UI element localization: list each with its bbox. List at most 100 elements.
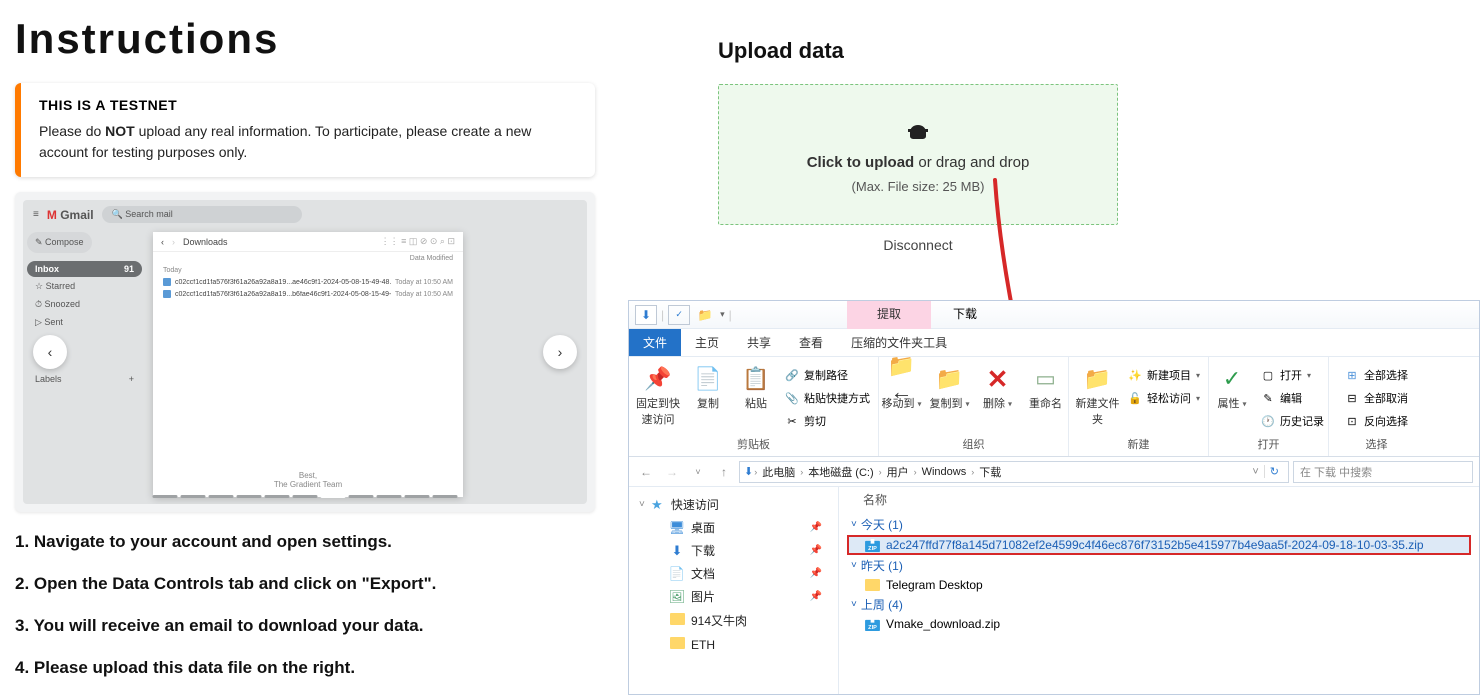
copy-button[interactable]: 📄 复制	[687, 361, 729, 411]
nav-fwd[interactable]: →	[661, 461, 683, 483]
pictures-item[interactable]: 🖼图片📌	[629, 585, 838, 608]
upload-main-text: Click to upload or drag and drop	[739, 154, 1097, 171]
qb-overflow-icon[interactable]: ▾	[720, 309, 725, 320]
selected-zip-file[interactable]: ZIP a2c247ffd77f8a145d71082ef2e4599c4f46…	[847, 535, 1471, 555]
select-all-icon: ⊞	[1345, 368, 1359, 382]
crumb-pc[interactable]: 此电脑	[758, 464, 799, 480]
file-list: 名称 ˅今天 (1) ZIP a2c247ffd77f8a145d71082ef…	[839, 487, 1479, 694]
paste-shortcut-button[interactable]: 📎粘贴快捷方式	[783, 388, 872, 408]
copy-to-button[interactable]: 📁 复制到 ▾	[929, 361, 971, 411]
paste-button[interactable]: 📋 粘贴	[735, 361, 777, 411]
search-box[interactable]: 在 下载 中搜索	[1293, 461, 1473, 483]
carousel-prev-button[interactable]: ‹	[33, 335, 67, 369]
warning-pre: Please do	[39, 123, 105, 139]
open-icon: ▢	[1261, 368, 1275, 382]
new-item-icon: ✨	[1128, 368, 1142, 382]
easy-access-button[interactable]: 🔓轻松访问 ▾	[1126, 388, 1202, 408]
zip-icon: ZIP	[865, 539, 880, 552]
file-tab[interactable]: 文件	[629, 329, 681, 356]
nav-back[interactable]: ←	[635, 461, 657, 483]
file-vmake[interactable]: ZIP Vmake_download.zip	[847, 615, 1471, 633]
move-icon: 📁←	[888, 365, 916, 393]
gmail-search: 🔍 Search mail	[102, 206, 302, 223]
delete-icon: ✕	[984, 365, 1012, 393]
history-button[interactable]: 🕐历史记录	[1259, 411, 1326, 431]
section-lastweek[interactable]: ˅上周 (4)	[847, 594, 1471, 615]
folder-914[interactable]: 914又牛肉	[629, 608, 838, 632]
database-icon	[739, 125, 1097, 154]
section-yesterday[interactable]: ˅昨天 (1)	[847, 555, 1471, 576]
name-column[interactable]: 名称	[847, 489, 1471, 514]
downloads-tab[interactable]: 下载	[931, 301, 999, 329]
instruction-steps: 1. Navigate to your account and open set…	[15, 532, 595, 678]
download-icon: ⬇	[669, 543, 685, 559]
dropdown-icon[interactable]: ˅	[1247, 466, 1263, 478]
cut-button[interactable]: ✂剪切	[783, 411, 872, 431]
select-all-button[interactable]: ⊞全部选择	[1343, 365, 1410, 385]
compressed-tools-tab[interactable]: 压缩的文件夹工具	[837, 329, 961, 356]
new-folder-button[interactable]: 📁 新建文件夹	[1075, 361, 1120, 427]
step-2: 2. Open the Data Controls tab and click …	[15, 574, 595, 594]
section-today[interactable]: ˅今天 (1)	[847, 514, 1471, 535]
select-none-button[interactable]: ⊟全部取消	[1343, 388, 1410, 408]
file-date: Today at 10:50 AM	[395, 291, 453, 298]
folder-telegram[interactable]: Telegram Desktop	[847, 576, 1471, 594]
select-none-icon: ⊟	[1345, 391, 1359, 405]
crumb-downloads[interactable]: 下载	[975, 464, 1005, 480]
open-button[interactable]: ▢打开 ▾	[1259, 365, 1326, 385]
documents-item[interactable]: 📄文档📌	[629, 562, 838, 585]
checkbox-icon[interactable]: ✓	[668, 305, 690, 325]
upload-section: Upload data Click to upload or drag and …	[718, 38, 1118, 253]
warning-text: Please do NOT upload any real informatio…	[39, 121, 577, 163]
delete-button[interactable]: ✕ 删除 ▾	[977, 361, 1019, 411]
move-to-button[interactable]: 📁← 移动到 ▾	[881, 361, 923, 411]
copy-path-button[interactable]: 🔗复制路径	[783, 365, 872, 385]
pin-button[interactable]: 📌 固定到快速访问	[635, 361, 681, 427]
step-1: 1. Navigate to your account and open set…	[15, 532, 595, 552]
breadcrumb[interactable]: ⬇ › 此电脑› 本地磁盘 (C:)› 用户› Windows› 下载 ˅ ↻	[739, 461, 1289, 483]
file-date: Today at 10:50 AM	[395, 279, 453, 286]
disconnect-link[interactable]: Disconnect	[718, 237, 1118, 253]
testnet-warning: THIS IS A TESTNET Please do NOT upload a…	[15, 83, 595, 177]
desktop-item[interactable]: 🖥桌面📌	[629, 516, 838, 539]
share-tab[interactable]: 共享	[733, 329, 785, 356]
home-tab[interactable]: 主页	[681, 329, 733, 356]
refresh-icon[interactable]: ↻	[1264, 465, 1284, 478]
back-icon: ‹	[161, 237, 164, 247]
hamburger-icon: ≡	[33, 209, 39, 220]
crumb-windows[interactable]: Windows	[918, 466, 971, 478]
properties-button[interactable]: ✓ 属性 ▾	[1211, 361, 1253, 411]
downloads-item[interactable]: ⬇下载📌	[629, 539, 838, 562]
carousel-next-button[interactable]: ›	[543, 335, 577, 369]
extract-tab[interactable]: 提取	[847, 301, 931, 329]
folder-eth[interactable]: ETH	[629, 632, 838, 655]
edit-button[interactable]: ✎编辑	[1259, 388, 1326, 408]
crumb-disk[interactable]: 本地磁盘 (C:)	[804, 464, 877, 480]
sent-item: ▷ Sent	[27, 314, 142, 331]
new-item-button[interactable]: ✨新建项目 ▾	[1126, 365, 1202, 385]
group-label: 剪贴板	[737, 433, 770, 454]
paste-icon: 📋	[742, 365, 770, 393]
view-tab[interactable]: 查看	[785, 329, 837, 356]
folder-icon[interactable]: 📁	[694, 305, 716, 325]
quick-access-item[interactable]: ˅★快速访问	[629, 493, 838, 516]
today-label: Today	[153, 265, 463, 276]
file-picker-dialog: ‹ › Downloads ⋮⋮ ≡ ◫ ⊘ ⊙ ⌕ ⊡ Data Modifi…	[153, 232, 463, 497]
explorer-body: ˅★快速访问 🖥桌面📌 ⬇下载📌 📄文档📌 🖼图片📌 914又牛肉 ETH 名称…	[629, 487, 1479, 694]
address-bar: ← → ˅ ↑ ⬇ › 此电脑› 本地磁盘 (C:)› 用户› Windows›…	[629, 457, 1479, 487]
rename-button[interactable]: ▭ 重命名	[1025, 361, 1067, 411]
nav-dropdown[interactable]: ˅	[687, 461, 709, 483]
zip-icon	[163, 278, 171, 286]
pin-icon: 📌	[810, 545, 822, 556]
new-folder-icon: 📁	[1083, 365, 1111, 393]
invert-button[interactable]: ⊡反向选择	[1343, 411, 1410, 431]
down-arrow-icon[interactable]: ⬇	[635, 305, 657, 325]
nav-up[interactable]: ↑	[713, 461, 735, 483]
inbox-item: Inbox91	[27, 261, 142, 277]
upload-dropzone[interactable]: Click to upload or drag and drop (Max. F…	[718, 84, 1118, 225]
crumb-user[interactable]: 用户	[883, 464, 913, 480]
organize-group: 📁← 移动到 ▾ 📁 复制到 ▾ ✕ 删除 ▾ ▭ 重命名 组织	[879, 357, 1069, 456]
folder-icon	[865, 579, 880, 592]
upload-heading: Upload data	[718, 38, 1118, 64]
gmail-topbar: ≡ M Gmail 🔍 Search mail	[23, 200, 587, 229]
